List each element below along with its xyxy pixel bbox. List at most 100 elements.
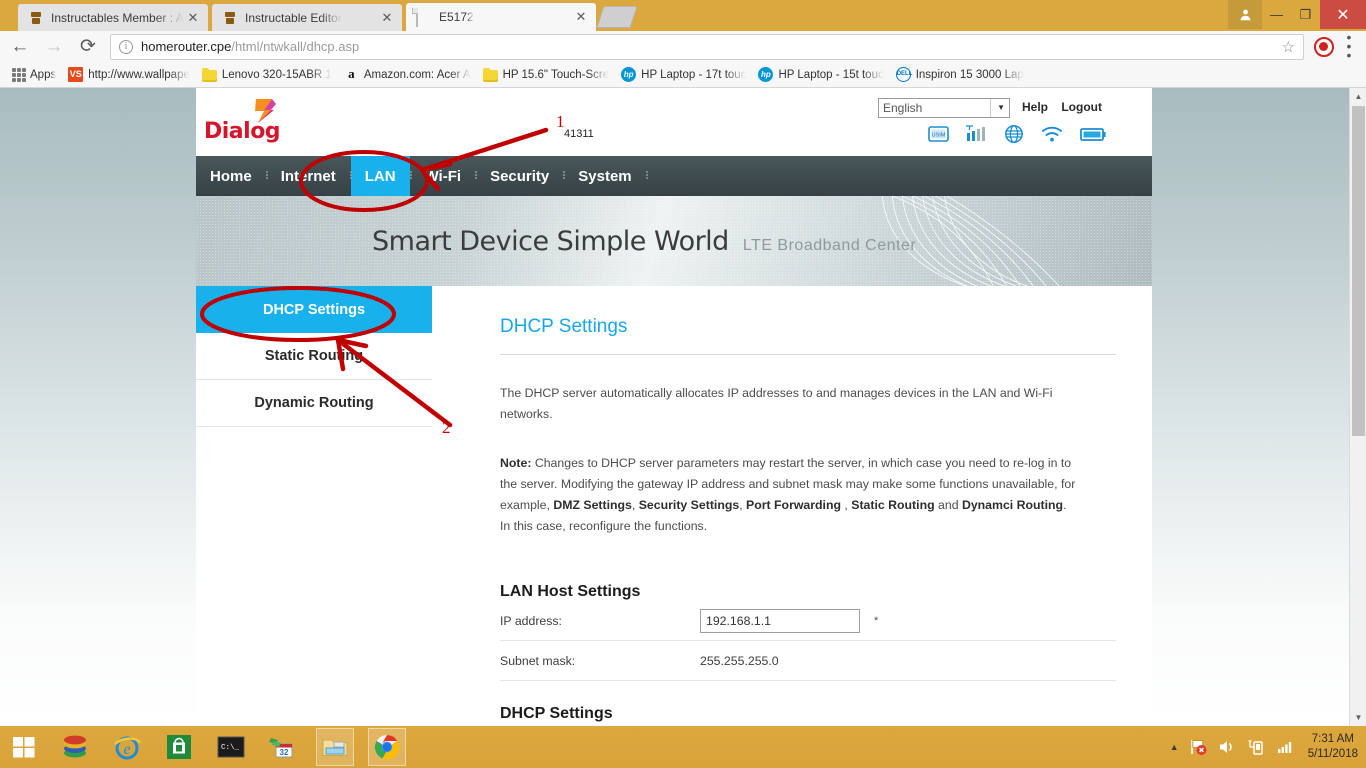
browser-tab-3-active[interactable]: E5172 ✕ xyxy=(406,3,596,31)
flag-action-center-icon[interactable] xyxy=(1188,737,1208,757)
page-viewport: Dialog 41311 English ▼ Help Logout USIM … xyxy=(0,88,1366,726)
nav-item-home[interactable]: Home xyxy=(196,156,266,196)
tab-strip: Instructables Member : A ✕ Instructable … xyxy=(0,0,1366,31)
form-row-subnet-mask: Subnet mask: 255.255.255.0 xyxy=(500,641,1116,681)
required-mark: * xyxy=(874,614,879,627)
chrome-menu-icon[interactable]: • • • xyxy=(1340,30,1358,62)
close-button[interactable]: ✕ xyxy=(1320,0,1366,29)
hp-icon: hp xyxy=(758,67,774,82)
language-select[interactable]: English ▼ xyxy=(878,98,1010,118)
page-title: DHCP Settings xyxy=(500,316,628,337)
status-icons: USIM xyxy=(926,124,1106,144)
scroll-down-arrow-icon[interactable]: ▼ xyxy=(1350,709,1366,726)
bookmark-item-1[interactable]: Lenovo 320-15ABR 1 xyxy=(196,65,338,85)
note-label: Note: xyxy=(500,456,532,470)
sub-sidebar: DHCP Settings Static Routing Dynamic Rou… xyxy=(196,286,432,726)
sidebar-item-dynamic-routing[interactable]: Dynamic Routing xyxy=(196,380,432,427)
title-divider xyxy=(500,354,1116,355)
battery-icon xyxy=(1078,124,1106,144)
network-signal-icon[interactable] xyxy=(1275,737,1295,757)
forward-button[interactable]: → xyxy=(40,33,68,61)
browser-tab-1[interactable]: Instructables Member : A ✕ xyxy=(18,4,208,31)
chrome-browser-window: Instructables Member : A ✕ Instructable … xyxy=(0,0,1366,726)
signal-bars-icon xyxy=(964,124,990,144)
language-selector-wrap: English ▼ xyxy=(878,98,1010,118)
site-info-icon[interactable]: i xyxy=(119,39,133,54)
tab-close-icon[interactable]: ✕ xyxy=(574,10,588,24)
nav-item-wifi[interactable]: Wi-Fi xyxy=(411,156,476,196)
ip-address-label: IP address: xyxy=(500,613,562,628)
bookmark-item-3[interactable]: HP 15.6" Touch-Scre xyxy=(477,65,616,85)
command-prompt-icon[interactable]: C:\_ xyxy=(212,728,250,766)
vs-icon: VS xyxy=(68,67,84,82)
address-bar[interactable]: i homerouter.cpe/html/ntwkall/dhcp.asp ☆ xyxy=(110,33,1304,60)
bookmark-item-6[interactable]: DELL Inspiron 15 3000 Lap xyxy=(890,65,1030,85)
bookmarks-bar: Apps VS http://www.wallpape Lenovo 320-1… xyxy=(0,62,1366,88)
nav-item-internet[interactable]: Internet xyxy=(267,156,350,196)
page-scrollbar[interactable]: ▲ ▼ xyxy=(1349,88,1366,726)
scrollbar-thumb[interactable] xyxy=(1352,106,1365,436)
internet-explorer-icon[interactable]: e xyxy=(108,728,146,766)
svg-text:e: e xyxy=(123,741,130,758)
file-explorer-icon[interactable] xyxy=(316,728,354,766)
maximize-button[interactable]: ❐ xyxy=(1291,0,1320,29)
system-tray: ▲ 7:31 AM 5/11/2018 xyxy=(1170,726,1366,768)
bookmark-label: HP Laptop - 15t touc xyxy=(778,68,884,81)
minimize-button[interactable]: — xyxy=(1262,0,1291,29)
calendar-icon[interactable]: 32 xyxy=(264,728,302,766)
ip-address-input[interactable] xyxy=(700,608,860,633)
tab-close-icon[interactable]: ✕ xyxy=(380,11,394,25)
volume-icon[interactable] xyxy=(1217,737,1237,757)
svg-text:C:\_: C:\_ xyxy=(221,744,240,752)
annotation-number-1: 1 xyxy=(556,112,565,131)
clock-date: 5/11/2018 xyxy=(1307,748,1358,760)
tab-title: E5172 xyxy=(439,10,474,24)
bookmark-item-0[interactable]: VS http://www.wallpape xyxy=(62,65,196,85)
usim-icon: USIM xyxy=(926,124,952,144)
nav-item-system[interactable]: System xyxy=(564,156,645,196)
sidebar-item-dhcp-settings[interactable]: DHCP Settings xyxy=(196,286,432,333)
scroll-up-arrow-icon[interactable]: ▲ xyxy=(1350,88,1366,105)
usb-device-icon[interactable] xyxy=(1246,737,1266,757)
tab-close-icon[interactable]: ✕ xyxy=(186,11,200,25)
bookmark-item-2[interactable]: a Amazon.com: Acer A xyxy=(338,65,477,85)
nav-separator xyxy=(265,170,268,182)
hp-icon: hp xyxy=(621,67,637,82)
reload-button[interactable]: ⟳ xyxy=(74,33,102,61)
clock[interactable]: 7:31 AM 5/11/2018 xyxy=(1308,732,1358,762)
instructables-robot-icon xyxy=(222,10,238,26)
dhcp-settings-section-title: DHCP Settings xyxy=(500,705,613,722)
instructables-robot-icon xyxy=(28,10,44,26)
google-chrome-icon[interactable] xyxy=(368,728,406,766)
browser-tab-2[interactable]: Instructable Editor ✕ xyxy=(212,4,402,31)
router-admin-page: Dialog 41311 English ▼ Help Logout USIM … xyxy=(196,88,1152,726)
document-icon xyxy=(416,8,432,27)
microsoft-store-icon[interactable] xyxy=(160,728,198,766)
folder-icon xyxy=(201,67,217,82)
bookmark-item-4[interactable]: hp HP Laptop - 17t touc xyxy=(615,65,752,85)
back-button[interactable]: ← xyxy=(6,33,34,61)
svg-text:32: 32 xyxy=(280,748,289,757)
windows-taskbar: e C:\_ 32 ▲ 7:31 AM 5/11/2018 xyxy=(0,726,1366,768)
help-link[interactable]: Help xyxy=(1022,100,1048,114)
bookmark-star-icon[interactable]: ☆ xyxy=(1282,38,1295,56)
main-content: DHCP Settings The DHCP server automatica… xyxy=(432,286,1152,726)
sidebar-item-static-routing[interactable]: Static Routing xyxy=(196,333,432,380)
show-hidden-icons-icon[interactable]: ▲ xyxy=(1170,742,1179,752)
winrar-icon[interactable] xyxy=(56,728,94,766)
dell-icon: DELL xyxy=(895,67,912,82)
nav-item-security[interactable]: Security xyxy=(476,156,563,196)
tab-title: Instructables Member : A xyxy=(51,10,184,25)
start-button[interactable] xyxy=(0,726,48,768)
address-bar-url: homerouter.cpe/html/ntwkall/dhcp.asp xyxy=(141,39,360,54)
bookmark-label: http://www.wallpape xyxy=(88,68,190,81)
logout-link[interactable]: Logout xyxy=(1061,100,1102,114)
bookmark-label: Inspiron 15 3000 Lap xyxy=(915,68,1024,81)
bookmark-apps[interactable]: Apps xyxy=(0,65,62,85)
nav-item-lan[interactable]: LAN xyxy=(350,156,410,196)
extension-icon[interactable] xyxy=(1314,36,1334,57)
user-profile-icon[interactable] xyxy=(1228,0,1262,29)
lan-host-settings-title: LAN Host Settings xyxy=(500,583,641,600)
new-tab-button[interactable] xyxy=(596,6,638,28)
bookmark-item-5[interactable]: hp HP Laptop - 15t touc xyxy=(752,65,889,85)
